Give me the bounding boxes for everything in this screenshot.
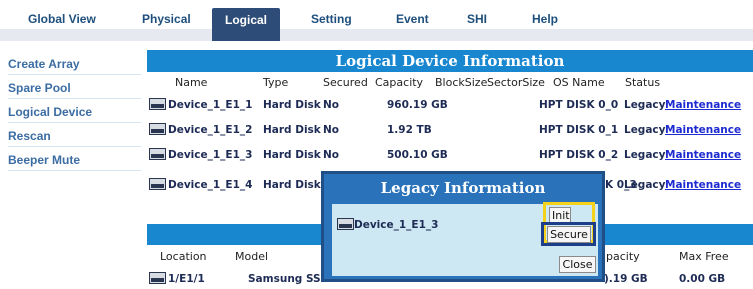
disk-location: 1/E1/1	[168, 273, 205, 285]
hard-disk-icon	[149, 178, 166, 190]
device-os-name: HPT DISK 0_2	[539, 149, 619, 161]
device-type: Hard Disk	[263, 149, 321, 161]
tab-global-view[interactable]: Global View	[28, 12, 96, 30]
col-max-free: Max Free	[679, 250, 729, 263]
device-capacity: 500.10 GB	[387, 149, 448, 161]
device-os-name: HPT DISK 0_1	[539, 124, 619, 136]
device-secured: No	[323, 99, 340, 111]
dialog-body: Device_1_E1_3 Init Secure Close	[332, 202, 598, 276]
device-name: Device_1_E1_4	[168, 179, 253, 191]
sidebar-item-create-array[interactable]: Create Array	[8, 55, 141, 75]
col-location: Location	[160, 250, 207, 263]
hard-disk-icon	[149, 272, 166, 284]
sidebar-item-logical-device[interactable]: Logical Device	[8, 103, 141, 123]
sidebar-item-spare-pool[interactable]: Spare Pool	[8, 79, 141, 99]
device-os-name: HPT DISK 0_0	[539, 99, 619, 111]
top-nav: Global View Physical Logical Setting Eve…	[0, 0, 753, 41]
device-status: Legacy	[624, 179, 666, 191]
col-name: Name	[175, 76, 208, 89]
logical-device-header: Logical Device Information	[147, 50, 753, 72]
table-row[interactable]: Device_1_E1_1 Hard Disk No 960.19 GB HPT…	[147, 95, 753, 115]
device-type: Hard Disk	[263, 99, 321, 111]
disk-max-free: 0.00 GB	[679, 273, 726, 285]
device-secured: No	[323, 149, 340, 161]
device-capacity: 960.19 GB	[387, 99, 448, 111]
device-capacity: 1.92 TB	[387, 124, 432, 136]
tab-event[interactable]: Event	[396, 12, 429, 30]
hard-disk-icon	[149, 123, 166, 135]
table-row[interactable]: Device_1_E1_2 Hard Disk No 1.92 TB HPT D…	[147, 120, 753, 140]
close-button[interactable]: Close	[559, 256, 596, 273]
col-os-name: OS Name	[553, 76, 605, 89]
maintenance-link[interactable]: Maintenance	[665, 149, 741, 161]
col-type: Type	[263, 76, 289, 89]
maintenance-link[interactable]: Maintenance	[665, 179, 741, 191]
device-name: Device_1_E1_3	[168, 149, 253, 161]
device-status: Legacy	[624, 124, 666, 136]
device-name: Device_1_E1_1	[168, 99, 253, 111]
device-type: Hard Disk	[263, 124, 321, 136]
hard-disk-icon	[149, 148, 166, 160]
col-secured: Secured	[323, 76, 368, 89]
dialog-title: Legacy Information	[380, 179, 546, 197]
device-type: Hard Disk	[263, 179, 321, 191]
sidebar: Create Array Spare Pool Logical Device R…	[0, 47, 141, 289]
col-blocksize: BlockSize	[435, 76, 488, 89]
logical-columns: Name Type Secured Capacity BlockSize Sec…	[147, 75, 753, 91]
col-capacity: pacity	[606, 250, 640, 263]
col-status: Status	[625, 76, 661, 89]
sidebar-item-beeper-mute[interactable]: Beeper Mute	[8, 151, 141, 171]
hard-disk-icon	[149, 98, 166, 110]
tab-help[interactable]: Help	[532, 12, 558, 30]
col-model: Model	[235, 250, 269, 263]
device-status: Legacy	[624, 99, 666, 111]
device-status: Legacy	[624, 149, 666, 161]
sidebar-item-rescan[interactable]: Rescan	[8, 127, 141, 147]
tab-logical[interactable]: Logical	[212, 8, 281, 41]
maintenance-link[interactable]: Maintenance	[665, 99, 741, 111]
tab-shi[interactable]: SHI	[467, 12, 487, 30]
col-sectorsize: SectorSize	[487, 76, 545, 89]
table-row[interactable]: Device_1_E1_3 Hard Disk No 500.10 GB HPT…	[147, 145, 753, 165]
hard-disk-icon	[337, 218, 354, 230]
disk-model: Samsung SSD	[248, 273, 330, 285]
tab-setting[interactable]: Setting	[311, 12, 352, 30]
dialog-device-name: Device_1_E1_3	[354, 219, 439, 231]
device-name: Device_1_E1_2	[168, 124, 253, 136]
tab-physical[interactable]: Physical	[142, 12, 191, 30]
secure-button[interactable]: Secure	[547, 226, 591, 243]
device-secured: No	[323, 124, 340, 136]
disk-capacity: ).19 GB	[604, 273, 648, 285]
maintenance-link[interactable]: Maintenance	[665, 124, 741, 136]
nav-strip	[0, 29, 753, 41]
col-capacity: Capacity	[375, 76, 424, 89]
legacy-information-dialog: Legacy Information Device_1_E1_3 Init Se…	[321, 171, 605, 282]
